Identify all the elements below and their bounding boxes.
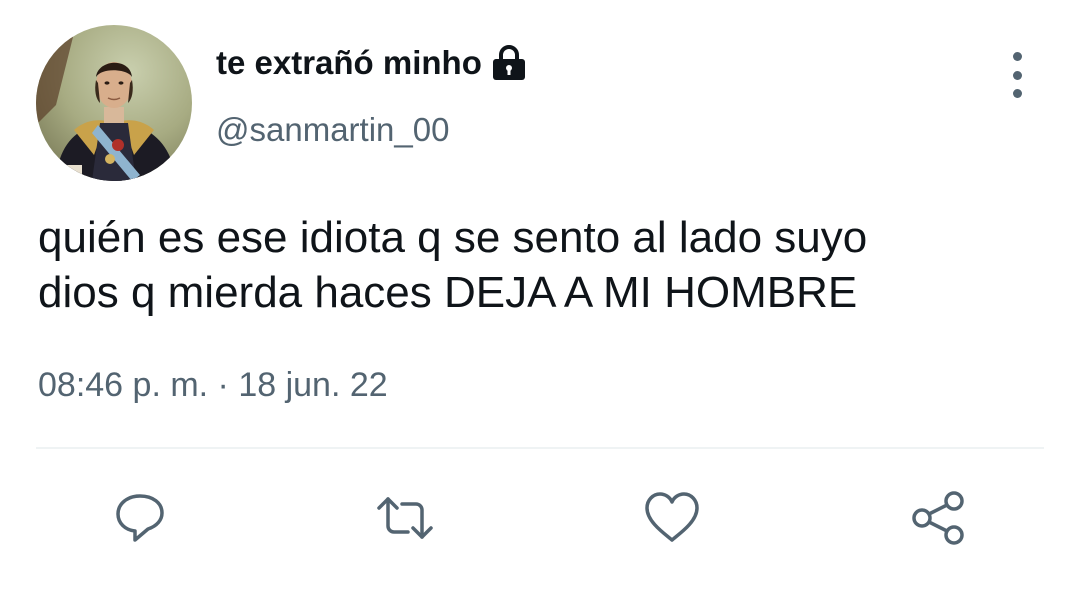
- more-dot: [1012, 70, 1022, 80]
- like-button[interactable]: [642, 488, 702, 548]
- share-icon: [912, 491, 964, 545]
- tweet-timestamp[interactable]: 08:46 p. m. · 18 jun. 22: [38, 366, 388, 405]
- reply-button[interactable]: [110, 488, 170, 548]
- share-button[interactable]: [908, 488, 968, 548]
- tweet-text: quién es ese idiota q se sento al lado s…: [38, 210, 1048, 320]
- lock-icon: [492, 45, 526, 81]
- tweet-text-line: dios q mierda haces DEJA A MI HOMBRE: [38, 268, 858, 317]
- more-dot: [1012, 89, 1022, 98]
- retweet-button[interactable]: [375, 488, 435, 548]
- tweet-text-line: quién es ese idiota q se sento al lado s…: [38, 213, 868, 262]
- display-name: te extrañó minho: [216, 44, 482, 81]
- avatar[interactable]: [36, 25, 192, 181]
- divider: [36, 447, 1044, 449]
- more-dot: [1012, 52, 1022, 61]
- portrait-avatar: [36, 25, 192, 181]
- author-name[interactable]: te extrañó minho: [216, 44, 526, 82]
- more-vertical-icon[interactable]: [1002, 52, 1032, 98]
- retweet-icon: [377, 497, 433, 539]
- user-handle[interactable]: @sanmartin_00: [216, 111, 449, 149]
- reply-icon: [116, 494, 164, 542]
- heart-icon: [645, 492, 699, 542]
